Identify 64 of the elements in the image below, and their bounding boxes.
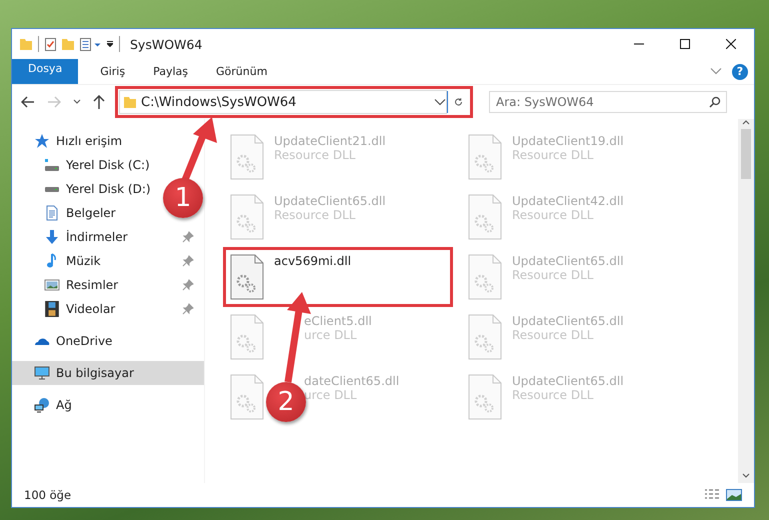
- drive-icon: [44, 186, 60, 192]
- sidebar-item[interactable]: OneDrive: [12, 329, 122, 353]
- computer-icon: [34, 365, 50, 381]
- sidebar-item[interactable]: Resimler: [44, 273, 118, 297]
- sidebar-item[interactable]: Hızlı erişim: [12, 129, 132, 153]
- download-arrow-icon: [44, 229, 60, 245]
- sidebar-item[interactable]: Belgeler: [44, 201, 116, 225]
- pin-icon[interactable]: [182, 303, 194, 315]
- dropdown-icon[interactable]: [107, 41, 113, 47]
- scrollbar-thumb[interactable]: [741, 129, 751, 179]
- customize-toolbar-icon[interactable]: [80, 38, 101, 50]
- refresh-icon: [454, 96, 463, 108]
- maximize-icon: [680, 39, 690, 49]
- file-type: Resource DLL: [512, 268, 594, 282]
- item-count: 100 öğe: [24, 488, 72, 502]
- sidebar-item[interactable]: Bu bilgisayar: [12, 361, 204, 385]
- file-name[interactable]: acv569mi.dll: [274, 254, 352, 268]
- dll-file-icon[interactable]: [230, 254, 264, 300]
- sidebar-item[interactable]: Videolar: [44, 297, 116, 321]
- sidebar-item[interactable]: Yerel Disk (D:): [44, 177, 151, 201]
- file-type: urce DLL: [304, 388, 357, 402]
- file-type: Resource DLL: [274, 208, 356, 222]
- details-view-icon[interactable]: [704, 489, 720, 501]
- window-title: SysWOW64: [130, 36, 202, 52]
- large-icons-view-icon[interactable]: [726, 489, 742, 501]
- file-type: Resource DLL: [512, 208, 594, 222]
- sidebar-item[interactable]: Yerel Disk (C:): [44, 153, 150, 177]
- scroll-down-icon[interactable]: [742, 473, 750, 479]
- pin-icon[interactable]: [182, 255, 194, 267]
- ribbon-tab[interactable]: Giriş: [86, 59, 140, 84]
- chevron-down-icon[interactable]: [434, 98, 446, 106]
- network-icon: [34, 397, 50, 413]
- ribbon-tab[interactable]: Paylaş: [139, 59, 202, 84]
- folder-icon: [20, 38, 32, 50]
- picture-icon: [44, 277, 60, 293]
- sidebar-item[interactable]: İndirmeler: [44, 225, 128, 249]
- film-icon: [44, 301, 60, 317]
- properties-icon[interactable]: [45, 38, 56, 50]
- scrollbar[interactable]: [738, 119, 754, 483]
- search-field[interactable]: Ara: SysWOW64: [489, 91, 727, 113]
- file-type: Resource DLL: [274, 148, 356, 162]
- address-path: C:\Windows\SysWOW64: [141, 94, 298, 110]
- drive-icon: [44, 157, 60, 173]
- sidebar-item[interactable]: Ağ: [12, 393, 82, 417]
- document-icon: [44, 205, 60, 221]
- close-icon: [726, 39, 736, 49]
- file-type: Resource DLL: [512, 328, 594, 342]
- folder-icon: [124, 96, 136, 108]
- file-type: Resource DLL: [512, 148, 594, 162]
- new-folder-icon[interactable]: [62, 38, 74, 50]
- help-button[interactable]: ?: [732, 64, 748, 80]
- ribbon-tab[interactable]: Dosya: [12, 59, 78, 84]
- minimize-icon: [634, 43, 644, 45]
- file-type: urce DLL: [304, 328, 357, 342]
- ribbon-tab[interactable]: Görünüm: [202, 59, 282, 84]
- pin-icon[interactable]: [182, 279, 194, 291]
- pin-icon[interactable]: [182, 231, 194, 243]
- scroll-up-icon[interactable]: [742, 119, 750, 125]
- address-field[interactable]: C:\Windows\SysWOW64: [119, 90, 447, 114]
- star-icon: [34, 133, 50, 149]
- expand-ribbon-icon[interactable]: [710, 68, 722, 75]
- sidebar-item[interactable]: Müzik: [44, 249, 101, 273]
- file-type: Resource DLL: [512, 388, 594, 402]
- search-icon: [709, 96, 721, 108]
